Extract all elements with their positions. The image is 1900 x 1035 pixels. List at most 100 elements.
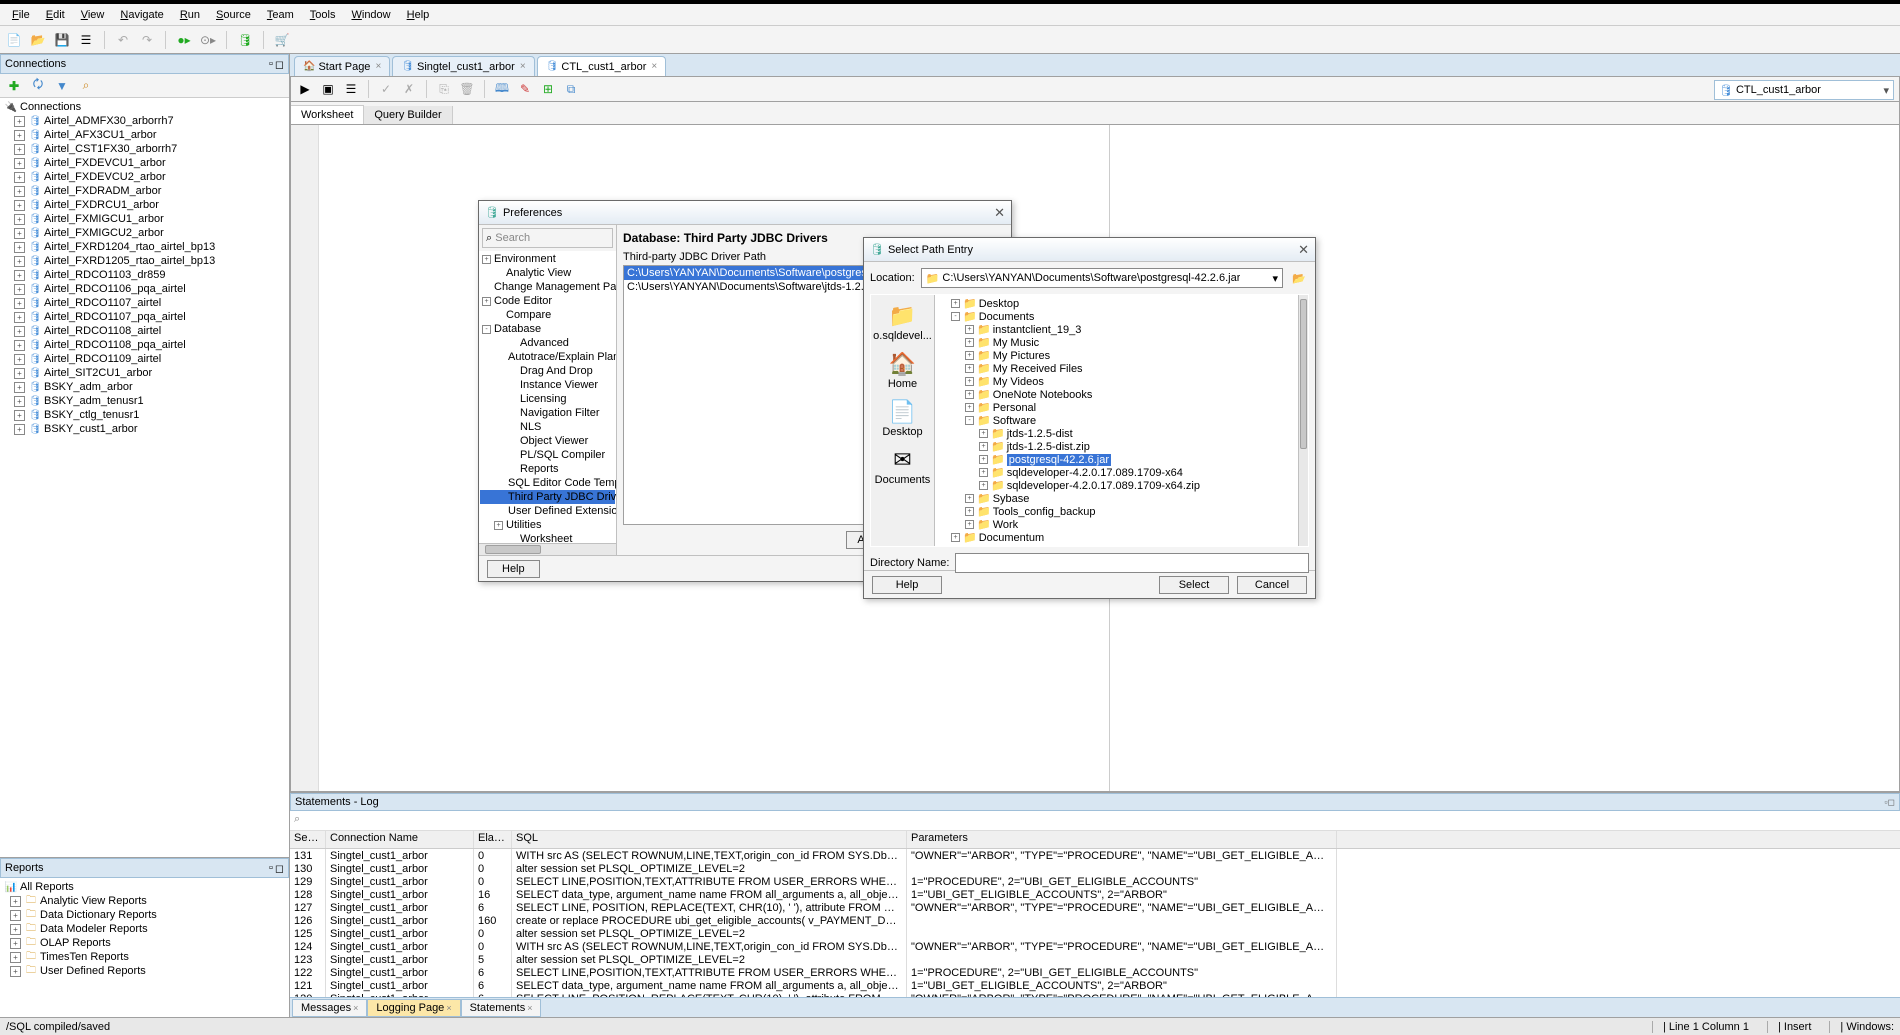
file-tree-node[interactable]: +📁My Videos	[937, 375, 1296, 388]
preferences-search[interactable]: ⌕ Search	[482, 228, 613, 248]
describe-icon[interactable]: ⊞	[538, 79, 558, 99]
pref-tree-node[interactable]: SQL Editor Code Templ	[480, 476, 615, 490]
connection-item[interactable]: +🛢Airtel_RDCO1106_pqa_airtel	[2, 282, 287, 296]
connection-item[interactable]: +🛢Airtel_RDCO1108_pqa_airtel	[2, 338, 287, 352]
menu-help[interactable]: Help	[399, 7, 438, 23]
expand-icon[interactable]: +	[482, 297, 491, 306]
expand-icon[interactable]: +	[14, 158, 25, 169]
pref-tree-node[interactable]: Reports	[480, 462, 615, 476]
pref-tree-node[interactable]: +Code Editor	[480, 294, 615, 308]
close-tab-icon[interactable]: ×	[520, 61, 526, 72]
expand-icon[interactable]: +	[979, 442, 988, 451]
file-tree-node[interactable]: +📁instantclient_19_3	[937, 323, 1296, 336]
file-tree-node[interactable]: +📁sqldeveloper-4.2.0.17.089.1709-x64.zip	[937, 479, 1296, 492]
log-row[interactable]: 124Singtel_cust1_arbor0 WITH src AS (SEL…	[290, 940, 1900, 953]
expand-icon[interactable]: +	[979, 429, 988, 438]
help-button[interactable]: Help	[872, 576, 942, 594]
log-table[interactable]: Seque...Connection NameElapsedSQLParamet…	[290, 831, 1900, 997]
pref-tree-node[interactable]: +Utilities	[480, 518, 615, 532]
expand-icon[interactable]: +	[14, 256, 25, 267]
log-row[interactable]: 127Singtel_cust1_arbor6 SELECT LINE, POS…	[290, 901, 1900, 914]
preferences-tree[interactable]: +EnvironmentAnalytic ViewChange Manageme…	[479, 251, 616, 543]
reports-root[interactable]: 📊All Reports	[2, 880, 287, 894]
expand-icon[interactable]: +	[494, 521, 503, 530]
menu-navigate[interactable]: Navigate	[112, 7, 171, 23]
expand-icon[interactable]: +	[14, 354, 25, 365]
expand-icon[interactable]: +	[14, 116, 25, 127]
pref-tree-node[interactable]: PL/SQL Compiler	[480, 448, 615, 462]
expand-icon[interactable]: +	[14, 186, 25, 197]
expand-icon[interactable]: -	[951, 312, 960, 321]
connection-item[interactable]: +🛢BSKY_adm_tenusr1	[2, 394, 287, 408]
file-sidebar-item[interactable]: 🏠Home	[875, 347, 931, 393]
db-icon[interactable]: 🛢	[235, 30, 255, 50]
expand-icon[interactable]: +	[965, 338, 974, 347]
filter-icon[interactable]: ▼	[52, 76, 72, 96]
file-tree-node[interactable]: +📁My Music	[937, 336, 1296, 349]
expand-icon[interactable]: +	[14, 382, 25, 393]
pref-tree-node[interactable]: Advanced	[480, 336, 615, 350]
file-sidebar-item[interactable]: 📄Desktop	[875, 395, 931, 441]
cart-icon[interactable]: 🛒	[272, 30, 292, 50]
log-column-header[interactable]: Seque...	[290, 831, 326, 848]
log-row[interactable]: 122Singtel_cust1_arbor6SELECT LINE,POSIT…	[290, 966, 1900, 979]
expand-icon[interactable]: +	[10, 924, 21, 935]
close-icon[interactable]: ✕	[1298, 242, 1309, 258]
close-tab-icon[interactable]: ×	[353, 1003, 358, 1013]
file-tree-node[interactable]: +📁Work	[937, 518, 1296, 531]
log-row[interactable]: 129Singtel_cust1_arbor0SELECT LINE,POSIT…	[290, 875, 1900, 888]
connection-item[interactable]: +🛢Airtel_FXDEVCU2_arbor	[2, 170, 287, 184]
expand-icon[interactable]: +	[14, 312, 25, 323]
unshared-icon[interactable]: ⎘	[434, 79, 454, 99]
menu-source[interactable]: Source	[208, 7, 259, 23]
pref-tree-node[interactable]: Drag And Drop	[480, 364, 615, 378]
editor-tab[interactable]: 🏠Start Page×	[294, 56, 390, 76]
expand-icon[interactable]: -	[482, 325, 491, 334]
file-tree-node[interactable]: +📁Documentum	[937, 531, 1296, 544]
clear-icon[interactable]: 🗑	[457, 79, 477, 99]
connection-item[interactable]: +🛢Airtel_FXRD1204_rtao_airtel_bp13	[2, 240, 287, 254]
log-search-input[interactable]	[303, 813, 323, 825]
file-sidebar-item[interactable]: ✉Documents	[875, 443, 931, 489]
connection-item[interactable]: +🛢Airtel_FXRD1205_rtao_airtel_bp13	[2, 254, 287, 268]
horizontal-scrollbar[interactable]	[479, 543, 616, 555]
log-row[interactable]: 125Singtel_cust1_arbor0alter session set…	[290, 927, 1900, 940]
report-item[interactable]: +🗀OLAP Reports	[2, 936, 287, 950]
expand-icon[interactable]: +	[14, 298, 25, 309]
file-tree-node[interactable]: +📁My Received Files	[937, 362, 1296, 375]
file-tree-node[interactable]: +📁OneNote Notebooks	[937, 388, 1296, 401]
redo-icon[interactable]: ↷	[137, 30, 157, 50]
select-button[interactable]: Select	[1159, 576, 1229, 594]
file-tree-node[interactable]: +📁sqldeveloper-4.2.0.17.089.1709-x64	[937, 466, 1296, 479]
file-tree-node[interactable]: +📁Sybase	[937, 492, 1296, 505]
bottom-tab[interactable]: Statements×	[461, 999, 542, 1017]
expand-icon[interactable]: +	[10, 966, 21, 977]
expand-icon[interactable]: +	[14, 144, 25, 155]
expand-icon[interactable]: +	[14, 228, 25, 239]
expand-icon[interactable]: +	[14, 172, 25, 183]
pref-tree-node[interactable]: Object Viewer	[480, 434, 615, 448]
log-row[interactable]: 130Singtel_cust1_arbor0alter session set…	[290, 862, 1900, 875]
close-tab-icon[interactable]: ×	[375, 61, 381, 72]
expand-icon[interactable]: +	[14, 340, 25, 351]
expand-icon[interactable]: -	[965, 416, 974, 425]
expand-icon[interactable]: +	[14, 130, 25, 141]
editor-tab[interactable]: 🛢Singtel_cust1_arbor×	[392, 56, 534, 76]
close-tab-icon[interactable]: ×	[651, 61, 657, 72]
run-statement-icon[interactable]: ▶	[295, 79, 315, 99]
pref-tree-node[interactable]: Worksheet	[480, 532, 615, 543]
snippets-icon[interactable]: ⧉	[561, 79, 581, 99]
pref-tree-node[interactable]: User Defined Extension	[480, 504, 615, 518]
sql-history-icon[interactable]: 🕮	[492, 79, 512, 99]
pref-tree-node[interactable]: Third Party JDBC Drive	[480, 490, 615, 504]
connection-item[interactable]: +🛢Airtel_RDCO1107_pqa_airtel	[2, 310, 287, 324]
log-column-header[interactable]: Elapsed	[474, 831, 512, 848]
worksheet-subtab[interactable]: Query Builder	[364, 106, 452, 124]
expand-icon[interactable]: +	[14, 200, 25, 211]
editor-tab[interactable]: 🛢CTL_cust1_arbor×	[537, 56, 667, 76]
file-tree-node[interactable]: +📁Tools_config_backup	[937, 505, 1296, 518]
log-row[interactable]: 123Singtel_cust1_arbor5alter session set…	[290, 953, 1900, 966]
file-tree-node[interactable]: +📁My Pictures	[937, 349, 1296, 362]
pref-tree-node[interactable]: Autotrace/Explain Plan	[480, 350, 615, 364]
restore-icon[interactable]: ◻	[275, 862, 284, 875]
